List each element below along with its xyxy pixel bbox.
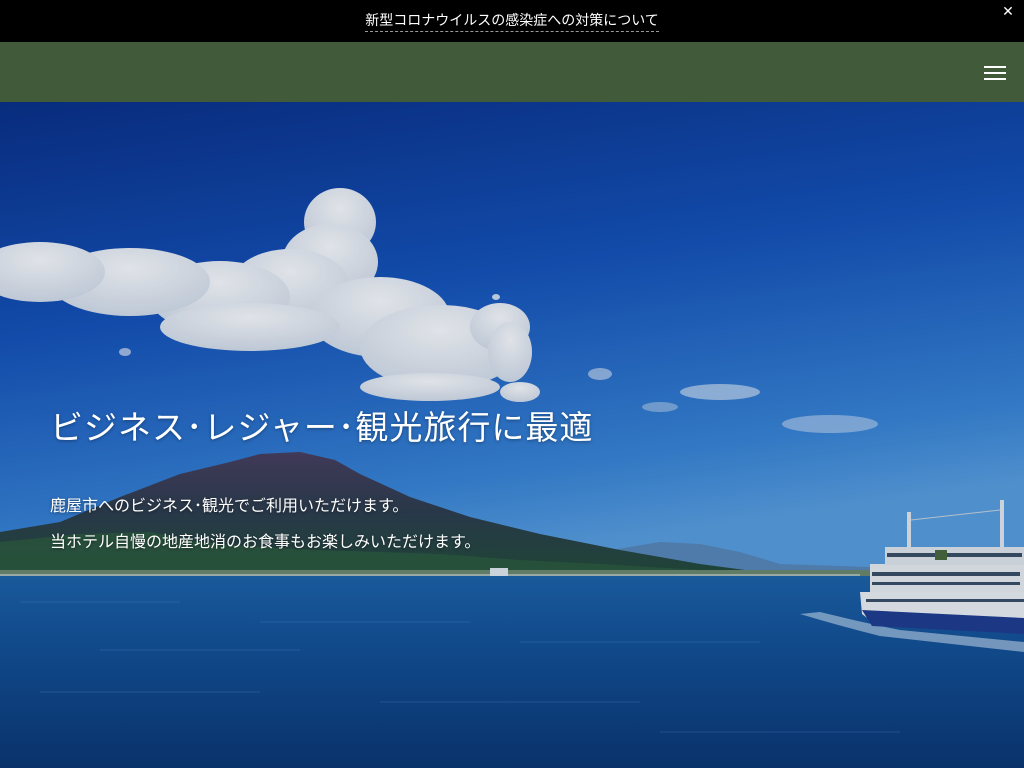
menu-bar-line bbox=[984, 72, 1006, 74]
hero-section: ビジネス･レジャー･観光旅行に最適 鹿屋市へのビジネス･観光でご利用いただけます… bbox=[0, 102, 1024, 768]
covid-notice-link[interactable]: 新型コロナウイルスの感染症への対策について bbox=[365, 10, 659, 32]
hero-description-line: 鹿屋市へのビジネス･観光でご利用いただけます。 bbox=[50, 496, 409, 515]
close-icon[interactable]: ✕ bbox=[1000, 4, 1016, 20]
notice-bar: 新型コロナウイルスの感染症への対策について ✕ bbox=[0, 0, 1024, 42]
hero-title: ビジネス･レジャー･観光旅行に最適 bbox=[50, 408, 594, 447]
site-header bbox=[0, 42, 1024, 102]
menu-bar-line bbox=[984, 66, 1006, 68]
hamburger-menu-icon[interactable] bbox=[984, 64, 1006, 80]
hero-description-line: 当ホテル自慢の地産地消のお食事もお楽しみいただけます。 bbox=[50, 532, 481, 551]
menu-bar-line bbox=[984, 78, 1006, 80]
hero-text-block: ビジネス･レジャー･観光旅行に最適 鹿屋市へのビジネス･観光でご利用いただけます… bbox=[50, 406, 593, 566]
